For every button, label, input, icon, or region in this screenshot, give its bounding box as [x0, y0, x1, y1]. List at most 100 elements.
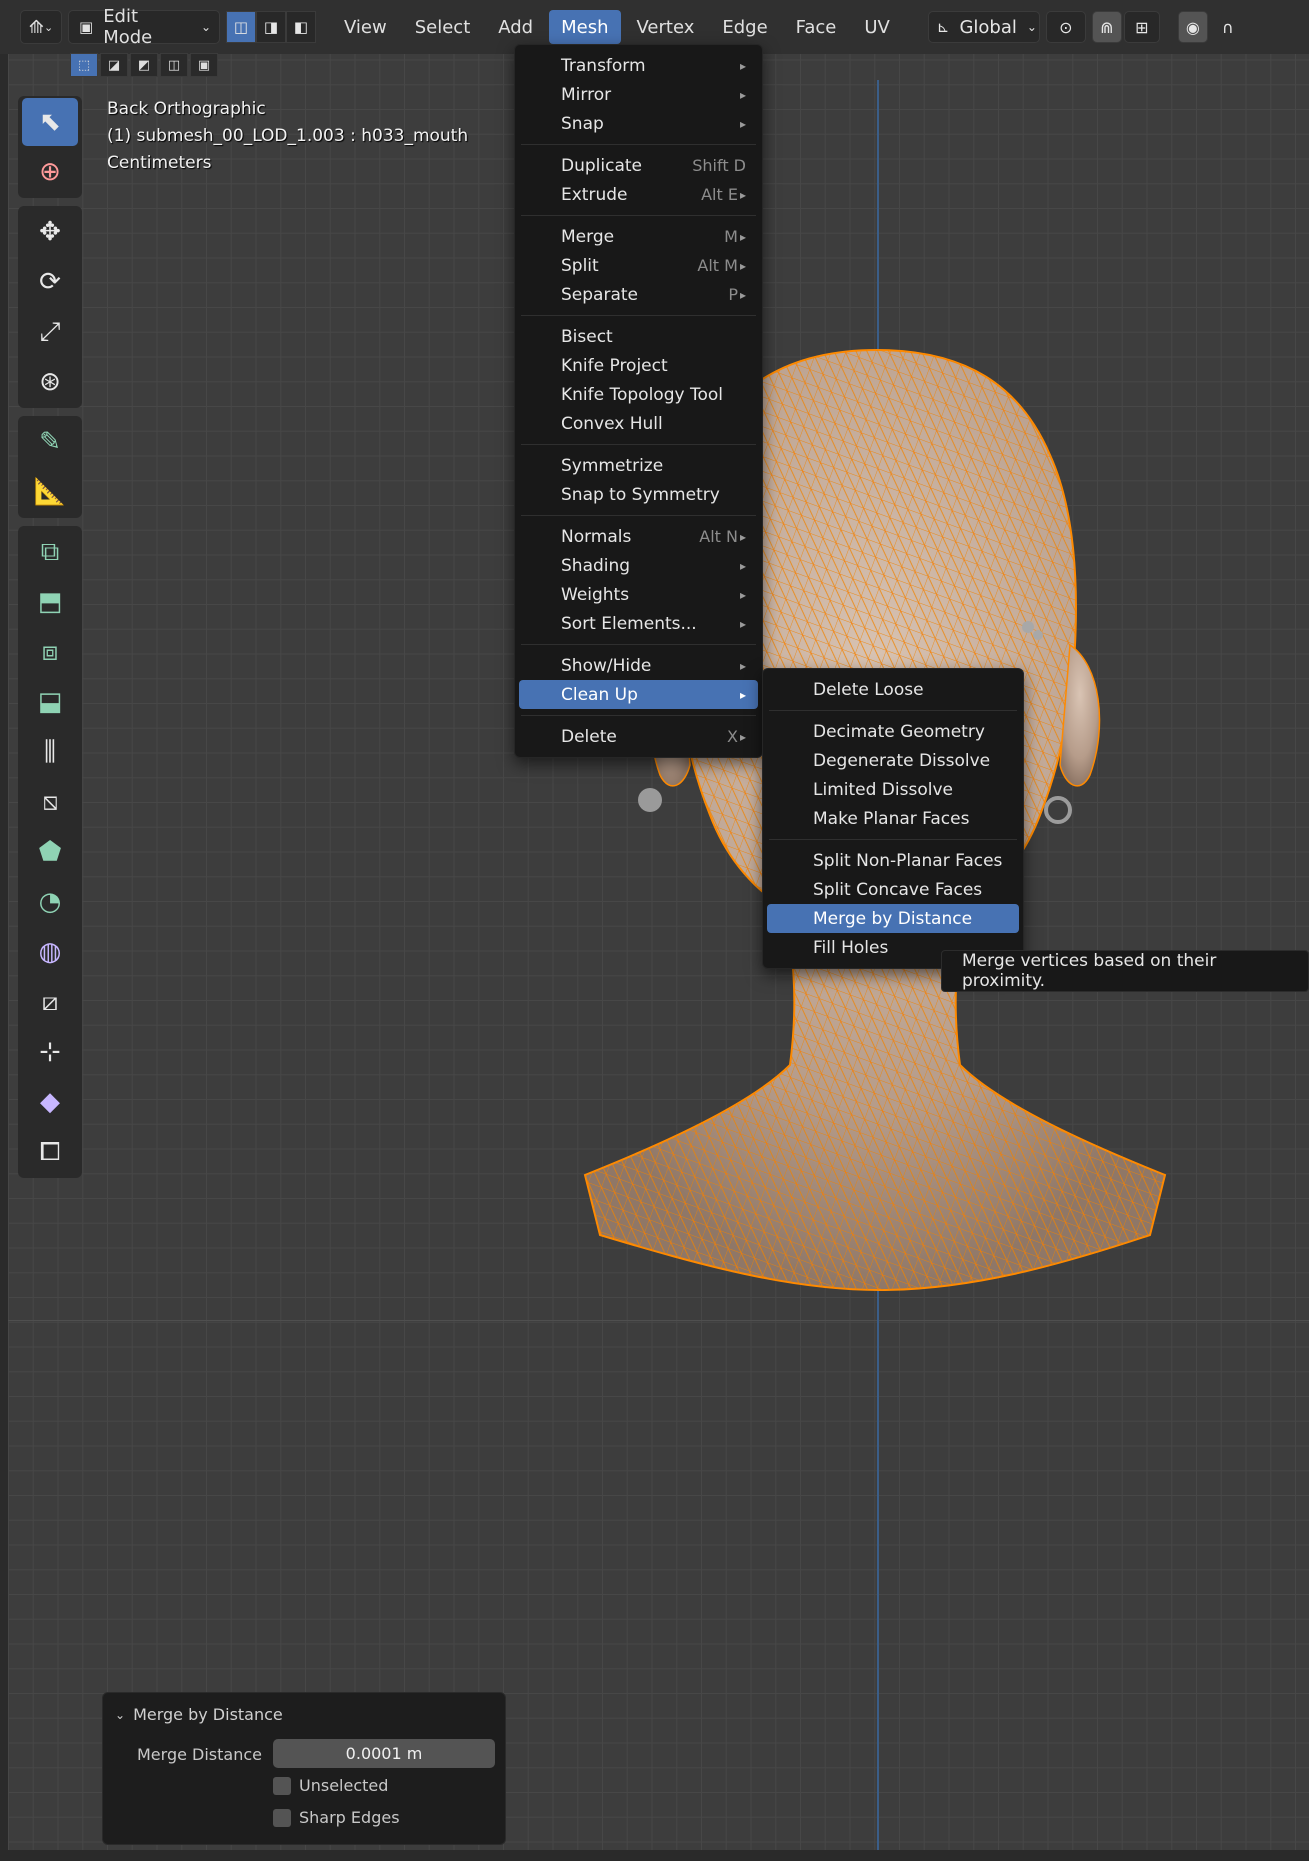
knife-tool-icon[interactable]: ⧅ [22, 778, 78, 826]
operator-panel-header[interactable]: ⌄ Merge by Distance [115, 1705, 283, 1724]
menu-vertex[interactable]: Vertex [625, 10, 707, 44]
chevron-down-icon: ⌄ [200, 20, 211, 34]
menu-item-extrude[interactable]: Extrude Alt E ▸ [519, 180, 758, 209]
menu-edge[interactable]: Edge [710, 10, 779, 44]
menu-item-weights[interactable]: Weights ▸ [519, 580, 758, 609]
menu-item-label: Duplicate [561, 155, 642, 176]
menu-item-snap-to-symmetry[interactable]: Snap to Symmetry [519, 480, 758, 509]
snap-increment-icon: ⊞ [1135, 17, 1149, 37]
mesh-menu: Transform ▸ Mirror ▸ Snap ▸ Duplicate Shift D Ex… [514, 44, 763, 758]
bevel-tool-icon[interactable]: ⬓ [22, 678, 78, 726]
merge-distance-label: Merge Distance [137, 1745, 262, 1764]
select-intersect-icon[interactable]: ▣ [190, 53, 218, 77]
menu-item-clean-up[interactable]: Clean Up ▸ [519, 680, 758, 709]
menu-item-normals[interactable]: Normals Alt N ▸ [519, 522, 758, 551]
menu-uv[interactable]: UV [852, 10, 902, 44]
scale-tool-icon[interactable]: ⤢ [22, 308, 78, 356]
select-invert-icon[interactable]: ◫ [160, 53, 188, 77]
menu-item-shading[interactable]: Shading ▸ [519, 551, 758, 580]
header-menus: View Select Add Mesh Vertex Edge Face UV [332, 10, 902, 44]
view-name: Back Orthographic [107, 99, 266, 119]
annotate-tool-icon[interactable]: ✎ [22, 418, 78, 466]
menu-mesh[interactable]: Mesh [549, 10, 621, 44]
cleanup-item-delete-loose[interactable]: Delete Loose [767, 675, 1019, 704]
pivot-point-button[interactable]: ⊙ [1045, 11, 1086, 43]
menu-item-mirror[interactable]: Mirror ▸ [519, 80, 758, 109]
shortcut-label: Shift D [692, 156, 746, 175]
falloff-dropdown[interactable]: ∩ [1210, 11, 1246, 43]
sharp-edges-checkbox[interactable]: Sharp Edges [273, 1808, 400, 1827]
inset-tool-icon[interactable]: ⧈ [22, 628, 78, 676]
menu-item-bisect[interactable]: Bisect [519, 322, 758, 351]
add-cube-tool-icon[interactable]: ⧉ [22, 528, 78, 576]
rip-region-tool-icon[interactable]: ⧠ [22, 1128, 78, 1176]
vertex-select-icon[interactable]: ◫ [226, 11, 256, 43]
shear-tool-icon[interactable]: ◆ [22, 1078, 78, 1126]
cleanup-item-split-non-planar-faces[interactable]: Split Non-Planar Faces [767, 846, 1019, 875]
menu-item-label: Weights [561, 584, 630, 605]
edge-select-icon[interactable]: ◨ [256, 11, 286, 43]
snap-toggle[interactable]: ⋒ [1091, 11, 1122, 43]
merge-distance-field[interactable]: 0.0001 m [273, 1739, 495, 1768]
cleanup-item-degenerate-dissolve[interactable]: Degenerate Dissolve [767, 746, 1019, 775]
menu-item-label: Normals [561, 526, 632, 547]
menu-item-convex-hull[interactable]: Convex Hull [519, 409, 758, 438]
chevron-down-icon: ⌄ [43, 20, 54, 34]
proportional-edit-toggle[interactable]: ◉ [1177, 11, 1208, 43]
menu-item-sort-elements[interactable]: Sort Elements... ▸ [519, 609, 758, 638]
loop-cut-tool-icon[interactable]: ⫼ [22, 728, 78, 776]
sharp-edges-label: Sharp Edges [299, 1808, 400, 1827]
move-tool-icon[interactable]: ✥ [22, 208, 78, 256]
unselected-checkbox[interactable]: Unselected [273, 1776, 388, 1795]
transform-orientation-dropdown[interactable]: ⊾ Global ⌄ [927, 11, 1040, 43]
spin-tool-icon[interactable]: ◔ [22, 878, 78, 926]
status-bar [0, 1850, 1309, 1861]
menu-item-snap[interactable]: Snap ▸ [519, 109, 758, 138]
menu-view[interactable]: View [332, 10, 399, 44]
menu-item-knife-project[interactable]: Knife Project [519, 351, 758, 380]
menu-item-duplicate[interactable]: Duplicate Shift D [519, 151, 758, 180]
cleanup-item-merge-by-distance[interactable]: Merge by Distance [767, 904, 1019, 933]
falloff-curve-icon: ∩ [1222, 17, 1234, 37]
rotate-tool-icon[interactable]: ⟳ [22, 258, 78, 306]
menu-add[interactable]: Add [486, 10, 545, 44]
menu-item-separate[interactable]: Separate P ▸ [519, 280, 758, 309]
menu-item-merge[interactable]: Merge M ▸ [519, 222, 758, 251]
select-new-icon[interactable]: ⬚ [70, 53, 98, 77]
cleanup-item-limited-dissolve[interactable]: Limited Dissolve [767, 775, 1019, 804]
edge-slide-tool-icon[interactable]: ⧄ [22, 978, 78, 1026]
menu-select[interactable]: Select [403, 10, 483, 44]
smooth-tool-icon[interactable]: ◍ [22, 928, 78, 976]
menu-item-split[interactable]: Split Alt M ▸ [519, 251, 758, 280]
menu-item-show-hide[interactable]: Show/Hide ▸ [519, 651, 758, 680]
menu-separator [769, 710, 1017, 711]
measure-tool-icon[interactable]: 📐 [22, 468, 78, 516]
cursor-tool-icon[interactable]: ⊕ [22, 148, 78, 196]
cleanup-item-decimate-geometry[interactable]: Decimate Geometry [767, 717, 1019, 746]
shortcut-label: P [728, 285, 738, 304]
editor-type-button[interactable]: ⟰ ⌄ [20, 10, 62, 44]
extrude-tool-icon[interactable]: ⬒ [22, 578, 78, 626]
shrink-fatten-tool-icon[interactable]: ⊹ [22, 1028, 78, 1076]
select-box-tool-icon[interactable]: ⬉ [22, 98, 78, 146]
menu-item-knife-topology-tool[interactable]: Knife Topology Tool [519, 380, 758, 409]
poly-build-tool-icon[interactable]: ⬟ [22, 828, 78, 876]
menu-separator [521, 215, 756, 216]
submenu-arrow-icon: ▸ [739, 729, 746, 744]
mode-dropdown[interactable]: ▣ Edit Mode ⌄ [68, 6, 220, 48]
transform-tool-icon[interactable]: ⊛ [22, 358, 78, 406]
menu-item-delete[interactable]: Delete X ▸ [519, 722, 758, 751]
menu-item-transform[interactable]: Transform ▸ [519, 51, 758, 80]
operator-panel: ⌄ Merge by Distance Merge Distance 0.000… [102, 1692, 506, 1845]
menu-item-symmetrize[interactable]: Symmetrize [519, 451, 758, 480]
snap-target-dropdown[interactable]: ⊞ [1123, 11, 1160, 43]
cleanup-item-split-concave-faces[interactable]: Split Concave Faces [767, 875, 1019, 904]
submenu-arrow-icon: ▸ [739, 616, 746, 631]
cleanup-item-make-planar-faces[interactable]: Make Planar Faces [767, 804, 1019, 833]
select-extend-icon[interactable]: ◪ [100, 53, 128, 77]
menu-item-label: Snap to Symmetry [561, 484, 720, 505]
face-select-icon[interactable]: ◧ [286, 11, 316, 43]
tool-group-annotate: ✎ 📐 [18, 416, 82, 518]
select-subtract-icon[interactable]: ◩ [130, 53, 158, 77]
menu-face[interactable]: Face [784, 10, 849, 44]
